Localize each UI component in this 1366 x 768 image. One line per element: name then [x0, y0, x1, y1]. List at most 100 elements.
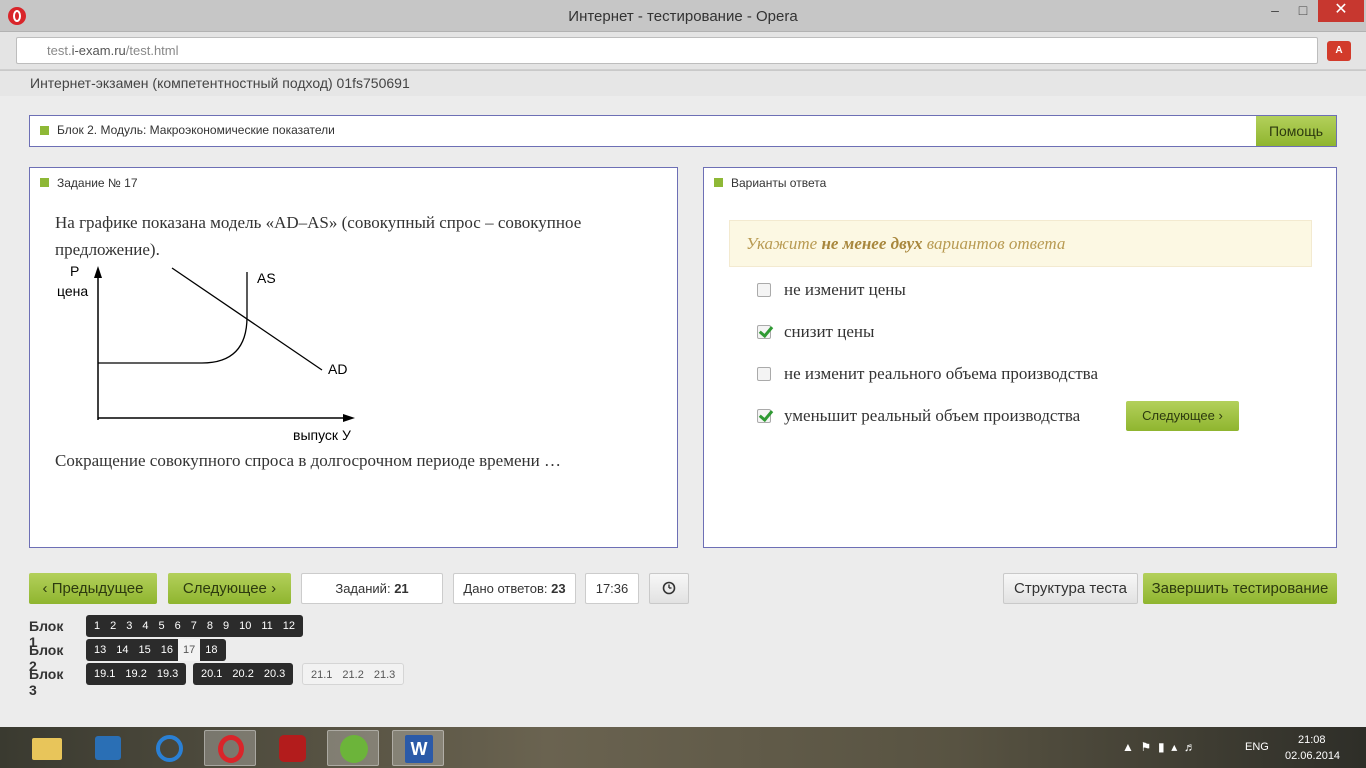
- nav-number[interactable]: 20.3: [259, 663, 290, 685]
- nav-number[interactable]: 14: [111, 639, 133, 661]
- taskbar: W ▲ ⚑ ▮ ▴ ♬ ENG 21:08 02.06.2014: [0, 727, 1366, 768]
- y-axis-letter: P: [70, 263, 79, 279]
- nav-number[interactable]: 21.3: [368, 664, 401, 684]
- nav-number[interactable]: 3: [121, 615, 137, 637]
- block3-label: Блок 3: [29, 666, 64, 698]
- tray-date[interactable]: 02.06.2014: [1285, 750, 1340, 762]
- nav-number[interactable]: 19.1: [89, 663, 120, 685]
- nav-number[interactable]: 21.2: [337, 664, 369, 684]
- block2-group-a: 13 14 15 16: [89, 639, 178, 661]
- answers-count-value: 23: [551, 581, 566, 596]
- as-label: AS: [257, 270, 276, 286]
- nav-number[interactable]: 21.1: [306, 664, 338, 684]
- file-explorer-icon[interactable]: [20, 730, 72, 766]
- help-button[interactable]: Помощь: [1256, 116, 1336, 146]
- nav-number[interactable]: 13: [89, 639, 111, 661]
- answer-label: не изменит реального объема производства: [784, 364, 1099, 383]
- task-intro: На графике показана модель «AD–AS» (сово…: [55, 213, 582, 259]
- nav-number[interactable]: 20.2: [227, 663, 258, 685]
- timer: 17:36: [585, 573, 639, 604]
- url-field[interactable]: test.i-exam.ru/test.html: [16, 37, 1318, 64]
- block3-group-a: 19.1 19.2 19.3: [86, 663, 187, 685]
- task-question: Сокращение совокупного спроса в долгосро…: [55, 451, 561, 470]
- finish-test-button[interactable]: Завершить тестирование: [1143, 573, 1337, 604]
- nav-number[interactable]: 19.3: [152, 663, 183, 685]
- answer-checkbox-checked[interactable]: [757, 325, 771, 339]
- tasks-count-value: 21: [394, 581, 409, 596]
- nav-number[interactable]: 20.1: [196, 663, 227, 685]
- nav-number[interactable]: 11: [256, 615, 277, 637]
- tasks-count-label: Заданий:: [335, 581, 391, 596]
- extension-icon[interactable]: A: [1327, 41, 1351, 61]
- answer-hint: Укажите не менее двух вариантов ответа: [729, 220, 1312, 267]
- nav-number[interactable]: 6: [170, 615, 186, 637]
- nav-number-current[interactable]: 17: [178, 639, 201, 661]
- next-question-button[interactable]: Следующее ›: [1126, 401, 1239, 431]
- nav-number[interactable]: 19.2: [120, 663, 151, 685]
- nav-number[interactable]: 2: [105, 615, 121, 637]
- exam-header: Интернет-экзамен (компетентностный подхо…: [0, 71, 1366, 96]
- nav-number[interactable]: 5: [154, 615, 170, 637]
- next-label: Следующее: [182, 580, 267, 597]
- nav-number[interactable]: 4: [137, 615, 153, 637]
- x-axis-arrow: [343, 414, 355, 422]
- browser-app-icon[interactable]: [143, 730, 195, 766]
- opera-taskbar-icon[interactable]: [204, 730, 256, 766]
- answer-checkbox[interactable]: [757, 367, 771, 381]
- language-indicator[interactable]: ENG: [1245, 741, 1269, 753]
- power-app-icon[interactable]: [266, 730, 318, 766]
- block1-numbers: 1 2 3 4 5 6 7 8 9 10 11 12: [86, 615, 304, 637]
- ad-label: AD: [328, 361, 347, 377]
- close-button[interactable]: ✕: [1318, 0, 1364, 22]
- tray-icons[interactable]: ▲ ⚑ ▮ ▴ ♬: [1122, 740, 1232, 754]
- minimize-button[interactable]: –: [1262, 0, 1288, 22]
- hint-suffix: вариантов ответа: [922, 234, 1066, 253]
- bullet-square-icon: [714, 178, 723, 187]
- utorrent-icon[interactable]: [327, 730, 379, 766]
- block2-group-b: 18: [200, 639, 222, 661]
- answer-label: не изменит цены: [784, 280, 906, 299]
- clock-button[interactable]: [649, 573, 689, 604]
- block-title: Блок 2. Модуль: Макроэкономические показ…: [57, 123, 335, 137]
- block-title-bar: Блок 2. Модуль: Макроэкономические показ…: [29, 115, 1337, 147]
- word-icon[interactable]: W: [392, 730, 444, 766]
- chevron-right-icon: ›: [1218, 408, 1223, 423]
- maximize-button[interactable]: □: [1290, 0, 1316, 22]
- previous-button[interactable]: ‹ Предыдущее: [29, 573, 157, 604]
- next-button[interactable]: Следующее ›: [168, 573, 291, 604]
- tasks-count: Заданий: 21: [301, 573, 443, 604]
- y-axis-label: цена: [57, 283, 88, 299]
- title-bar: Интернет - тестирование - Opera – □ ✕: [0, 0, 1366, 32]
- nav-number[interactable]: 12: [278, 615, 300, 637]
- task-panel: Задание № 17 На графике показана модель …: [29, 167, 678, 548]
- page-content: Интернет-экзамен (компетентностный подхо…: [0, 71, 1366, 727]
- hint-bold: не менее двух: [821, 234, 923, 253]
- bullet-square-icon: [40, 178, 49, 187]
- nav-number[interactable]: 16: [156, 639, 178, 661]
- previous-label: Предыдущее: [51, 580, 144, 597]
- clock-icon: [662, 581, 676, 595]
- url-path: /test.html: [125, 43, 179, 58]
- url-domain: i-exam.ru: [71, 43, 126, 58]
- nav-number[interactable]: 9: [218, 615, 234, 637]
- test-structure-button[interactable]: Структура теста: [1003, 573, 1138, 604]
- window-title: Интернет - тестирование - Opera: [568, 8, 798, 25]
- answer-label: уменьшит реальный объем производства: [784, 406, 1081, 425]
- tray-time[interactable]: 21:08: [1298, 734, 1326, 746]
- x-axis-label: выпуск У: [293, 427, 351, 443]
- control-panel-icon[interactable]: [82, 730, 134, 766]
- answers-panel: Варианты ответа Укажите не менее двух ва…: [703, 167, 1337, 548]
- block3-group-b: 20.1 20.2 20.3: [193, 663, 294, 685]
- nav-number[interactable]: 15: [134, 639, 156, 661]
- answer-checkbox[interactable]: [757, 283, 771, 297]
- answers-count: Дано ответов: 23: [453, 573, 576, 604]
- nav-number[interactable]: 1: [89, 615, 105, 637]
- task-heading: Задание № 17: [57, 176, 138, 190]
- answers-count-label: Дано ответов:: [463, 581, 548, 596]
- nav-number[interactable]: 10: [234, 615, 256, 637]
- nav-number[interactable]: 18: [200, 639, 222, 661]
- nav-number[interactable]: 7: [186, 615, 202, 637]
- answers-heading: Варианты ответа: [731, 176, 827, 190]
- nav-number[interactable]: 8: [202, 615, 218, 637]
- answer-checkbox-checked[interactable]: [757, 409, 771, 423]
